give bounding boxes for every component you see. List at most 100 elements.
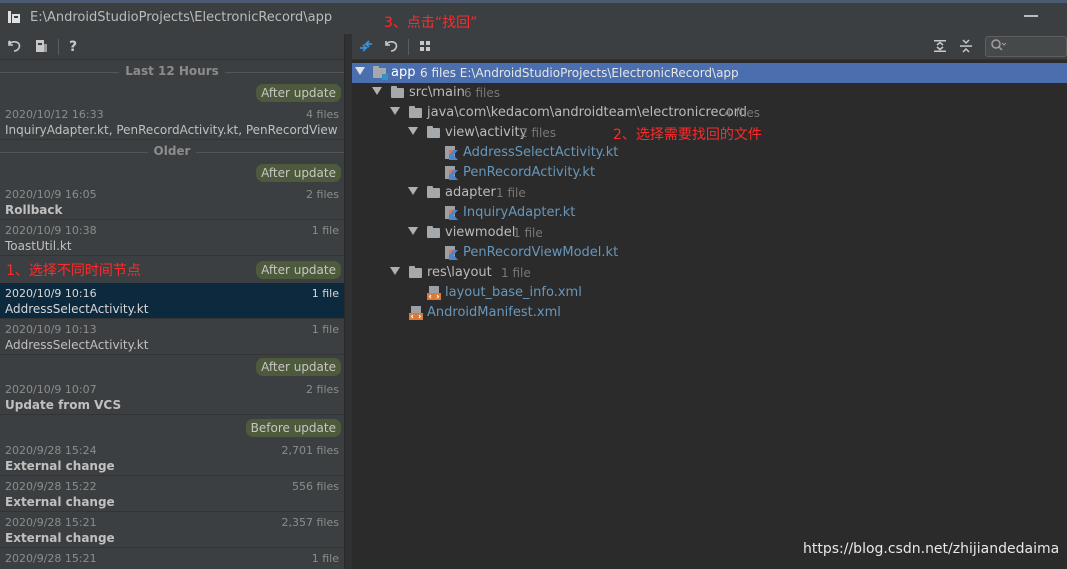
tree-node-res-layout[interactable]: res\layout 1 file	[352, 263, 1067, 283]
tree-node-file[interactable]: layout_base_info.xml	[352, 283, 1067, 303]
tree-node-adapter[interactable]: adapter 1 file	[352, 183, 1067, 203]
kotlin-file-icon	[445, 146, 458, 160]
tree-node-file[interactable]: InquiryAdapter.kt	[352, 203, 1067, 223]
collapse-all-icon[interactable]	[957, 38, 975, 56]
tree-node-src-main[interactable]: src\main 6 files	[352, 83, 1067, 103]
entry-description: Rollback	[5, 203, 63, 217]
group-label: Older	[147, 144, 197, 158]
tree-node-view-activity[interactable]: view\activity 2 files 2、选择需要找回的文件	[352, 123, 1067, 143]
entry-count: 556 files	[292, 480, 339, 493]
tree-node-app[interactable]: app 6 files E:\AndroidStudioProjects\Ele…	[352, 63, 1067, 83]
history-toolbar: ?	[0, 34, 344, 60]
tree-node-file[interactable]: PenRecordViewModel.kt	[352, 243, 1067, 263]
help-icon[interactable]: ?	[64, 38, 82, 56]
label-badge: After update	[256, 84, 341, 102]
entry-description: External change	[5, 531, 115, 545]
tree-node-meta: 4 files	[724, 106, 760, 120]
entry-description: External change	[5, 495, 115, 509]
entry-description: AddressSelectActivity.kt	[5, 338, 149, 352]
history-entry[interactable]: 2020/9/28 15:24 2,701 files External cha…	[0, 440, 344, 476]
expand-all-icon[interactable]	[931, 38, 949, 56]
badge-row: After update	[0, 357, 344, 377]
changes-tree: app 6 files E:\AndroidStudioProjects\Ele…	[352, 60, 1067, 569]
splitter[interactable]	[344, 34, 352, 569]
annotation-step1: 1、选择不同时间节点	[6, 263, 141, 279]
entry-count: 2,357 files	[281, 516, 339, 529]
search-icon	[990, 38, 1007, 56]
tree-node-meta: 1 file	[496, 186, 526, 200]
expand-arrow-icon[interactable]	[408, 127, 418, 135]
expand-arrow-icon[interactable]	[408, 227, 418, 235]
kotlin-file-icon	[445, 246, 458, 260]
tree-node-java-package[interactable]: java\com\kedacom\androidteam\electronicr…	[352, 103, 1067, 123]
tree-node-label: AddressSelectActivity.kt	[463, 145, 619, 160]
expand-arrow-icon[interactable]	[372, 87, 382, 95]
annotation-step3: 3、点击“找回”	[384, 15, 478, 31]
group-by-icon[interactable]	[416, 38, 434, 56]
badge-row: After update	[0, 83, 344, 103]
badge-row: After update	[0, 163, 344, 183]
history-entry[interactable]: 2020/10/9 10:13 1 file AddressSelectActi…	[0, 319, 344, 355]
tree-node-label: res\layout	[427, 265, 492, 280]
entry-date: 2020/9/28 15:21	[5, 552, 97, 565]
entry-count: 2 files	[306, 383, 339, 396]
entry-date: 2020/9/28 15:22	[5, 480, 97, 493]
module-folder-icon	[373, 66, 388, 80]
minimize-button[interactable]	[1024, 15, 1038, 17]
folder-icon	[427, 186, 440, 198]
tree-node-file[interactable]: AddressSelectActivity.kt	[352, 143, 1067, 163]
changes-toolbar	[352, 34, 1067, 60]
folder-icon	[391, 86, 404, 98]
expand-arrow-icon[interactable]	[390, 107, 400, 115]
entry-description: Update from VCS	[5, 398, 122, 412]
entry-date: 2020/10/9 10:16	[5, 287, 97, 300]
tree-node-label: view\activity	[445, 125, 528, 140]
entry-count: 1 file	[311, 224, 339, 237]
put-label-icon[interactable]	[32, 38, 50, 56]
tree-node-label: PenRecordViewModel.kt	[463, 245, 619, 260]
history-entry[interactable]: 2020/10/9 16:05 2 files Rollback	[0, 184, 344, 220]
tree-node-file[interactable]: AndroidManifest.xml	[352, 303, 1067, 323]
watermark: https://blog.csdn.net/zhijiandedaima	[803, 541, 1060, 557]
entry-date: 2020/9/28 15:21	[5, 516, 97, 529]
entry-date: 2020/9/28 15:24	[5, 444, 97, 457]
tree-node-label: app	[391, 65, 416, 80]
tree-node-meta: 1 file	[513, 226, 543, 240]
revert-icon[interactable]	[383, 38, 401, 56]
undo-icon[interactable]	[6, 38, 24, 56]
entry-date: 2020/10/9 10:13	[5, 323, 97, 336]
diff-icon[interactable]	[357, 38, 375, 56]
label-badge: After update	[256, 358, 341, 376]
entry-count: 2,701 files	[281, 444, 339, 457]
entry-count: 2 files	[306, 188, 339, 201]
tree-node-viewmodel[interactable]: viewmodel 1 file	[352, 223, 1067, 243]
entry-count: 1 file	[311, 552, 339, 565]
local-history-icon	[8, 11, 20, 23]
tree-node-meta: 2 files	[520, 126, 556, 140]
tree-node-file[interactable]: PenRecordActivity.kt	[352, 163, 1067, 183]
expand-arrow-icon[interactable]	[355, 67, 365, 75]
tree-node-label: adapter	[445, 185, 496, 200]
history-entry[interactable]: 2020/10/9 10:38 1 file ToastUtil.kt	[0, 220, 344, 256]
entry-date: 2020/10/9 10:38	[5, 224, 97, 237]
tree-node-label: src\main	[409, 85, 465, 100]
tree-node-label: viewmodel	[445, 225, 516, 240]
history-entry-selected[interactable]: 2020/10/9 10:16 1 file AddressSelectActi…	[0, 283, 344, 319]
history-entry[interactable]: 2020/10/12 16:33 4 files InquiryAdapter.…	[0, 104, 344, 140]
tree-node-label: layout_base_info.xml	[445, 285, 582, 300]
entry-count: 1 file	[311, 287, 339, 300]
label-badge: After update	[256, 261, 341, 279]
history-entry[interactable]: 2020/9/28 15:22 556 files External chang…	[0, 476, 344, 512]
label-badge: Before update	[245, 419, 341, 437]
history-entry[interactable]: 2020/9/28 15:21 1 file	[0, 548, 344, 569]
kotlin-file-icon	[445, 206, 458, 220]
entry-count: 4 files	[306, 108, 339, 121]
search-input[interactable]	[985, 36, 1067, 57]
entry-count: 1 file	[311, 323, 339, 336]
folder-icon	[409, 106, 422, 118]
expand-arrow-icon[interactable]	[408, 187, 418, 195]
top-strip	[0, 0, 1067, 3]
history-entry[interactable]: 2020/10/9 10:07 2 files Update from VCS	[0, 379, 344, 415]
expand-arrow-icon[interactable]	[390, 267, 400, 275]
history-entry[interactable]: 2020/9/28 15:21 2,357 files External cha…	[0, 512, 344, 548]
